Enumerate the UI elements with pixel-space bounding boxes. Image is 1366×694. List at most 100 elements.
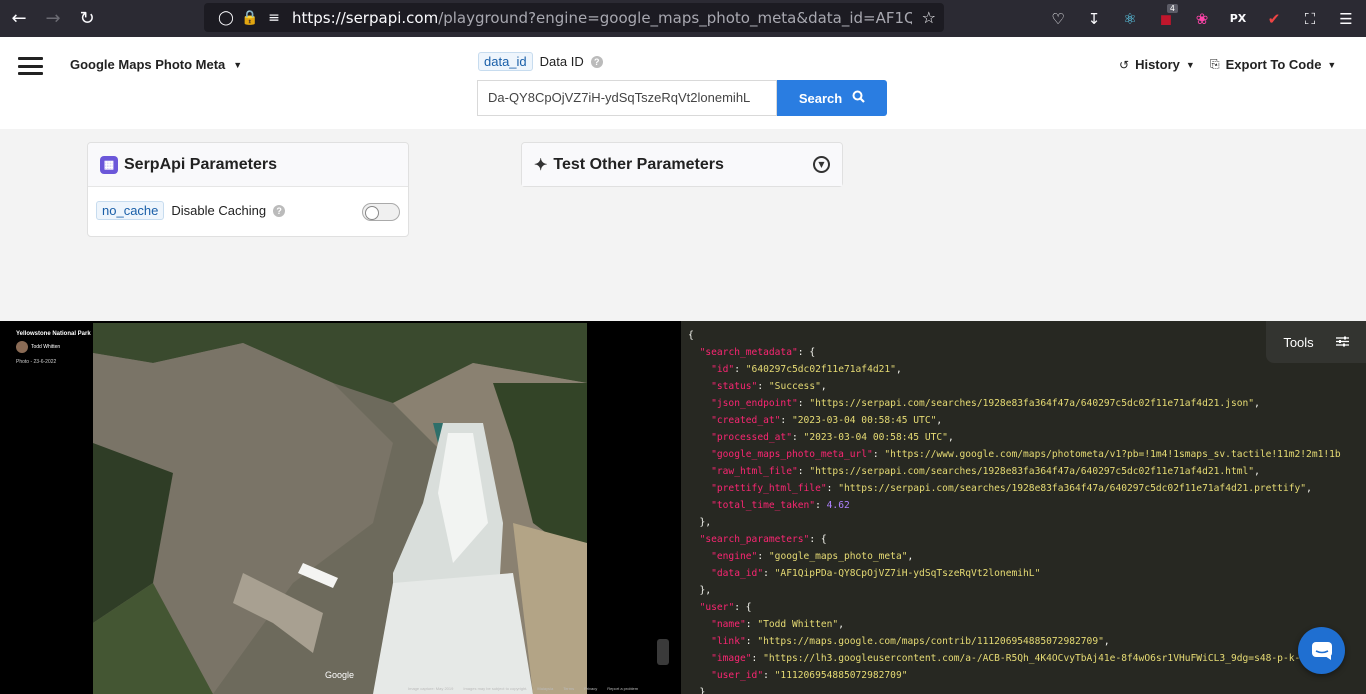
tools-button[interactable]: Tools — [1266, 321, 1366, 363]
json-token: : — [791, 432, 804, 443]
extension-toolbar: ♡ ↧ ⚛ ◼ 4 ❀ PX ✔ ⛶ ☰ — [1040, 0, 1364, 37]
json-token: }, — [688, 517, 712, 528]
json-token: "Todd Whitten" — [757, 619, 839, 630]
json-token: "https://serpapi.com/searches/1928e83fa3… — [809, 398, 1255, 409]
export-to-code-button[interactable]: ⎘ Export To Code ▼ — [1210, 57, 1336, 72]
pocket-icon[interactable]: ♡ — [1040, 10, 1076, 28]
ublock-icon[interactable]: ◼ 4 — [1148, 3, 1184, 28]
url-text[interactable]: https://serpapi.com/playground?engine=go… — [292, 9, 912, 27]
json-token: "640297c5dc02f11e71af4d21" — [745, 364, 896, 375]
json-code: { "search_metadata": { "id": "640297c5dc… — [688, 327, 1341, 694]
json-token: , — [838, 619, 844, 630]
photo-footer-region[interactable]: Malaysia — [537, 686, 553, 691]
test-other-parameters-card[interactable]: ✦ Test Other Parameters ▼ — [521, 142, 843, 187]
json-token: : — [745, 619, 758, 630]
checkmark-extension-icon[interactable]: ✔ — [1256, 10, 1292, 28]
json-line: "user_id": "111206954885072982709" — [688, 667, 1341, 684]
json-token: : — [797, 466, 810, 477]
data-id-input[interactable]: Da-QY8CpOjVZ7iH-ydSqTszeRqVt2lonemihL — [477, 80, 777, 116]
json-token: "AF1QipPDa-QY8CpOjVZ7iH-ydSqTszeRqVt2lon… — [774, 568, 1041, 579]
photo-footer-privacy[interactable]: Privacy — [584, 686, 597, 691]
photo-footer-terms[interactable]: Terms — [563, 686, 574, 691]
url-host: https://serpapi.com — [292, 8, 439, 27]
bookmark-star-icon[interactable]: ☆ — [922, 8, 936, 27]
caret-down-icon: ▼ — [1185, 59, 1195, 70]
json-token: : — [757, 381, 769, 392]
shield-icon[interactable]: ◯ — [214, 10, 238, 26]
chevron-down-circle-icon[interactable]: ▼ — [813, 156, 830, 173]
tools-label: Tools — [1283, 334, 1314, 350]
browser-toolbar: ← → ↻ ◯ 🔒 ≡ https://serpapi.com/playgrou… — [0, 0, 1366, 37]
url-bar[interactable]: ◯ 🔒 ≡ https://serpapi.com/playground?eng… — [204, 3, 944, 32]
back-icon[interactable]: ← — [4, 4, 34, 34]
photo-date: Photo - 23-6-2022 — [16, 359, 57, 365]
engine-selector[interactable]: Google Maps Photo Meta ▼ — [70, 57, 242, 72]
json-line: "created_at": "2023-03-04 00:58:45 UTC", — [688, 412, 1341, 429]
caret-down-icon: ▼ — [1327, 59, 1337, 70]
json-line: "status": "Success", — [688, 378, 1341, 395]
json-line: "search_metadata": { — [688, 344, 1341, 361]
lock-icon[interactable]: 🔒 — [238, 10, 262, 26]
photo-place-title[interactable]: Yellowstone National Park — [16, 331, 91, 337]
photo-user-row[interactable]: Todd Whitten — [16, 341, 91, 353]
photo-footer-capture: Image capture: May 2019 — [408, 686, 454, 691]
chat-icon — [1311, 641, 1332, 660]
json-token: "https://www.google.com/maps/photometa/v… — [884, 449, 1341, 460]
json-line: "id": "640297c5dc02f11e71af4d21", — [688, 361, 1341, 378]
disable-caching-toggle[interactable] — [362, 203, 400, 221]
json-line: "raw_html_file": "https://serpapi.com/se… — [688, 463, 1341, 480]
browser-menu-icon[interactable]: ☰ — [1328, 10, 1364, 28]
hamburger-menu-icon[interactable] — [18, 57, 43, 75]
scroll-handle[interactable] — [657, 639, 669, 665]
json-line: "google_maps_photo_meta_url": "https://w… — [688, 446, 1341, 463]
json-token: : — [797, 398, 810, 409]
json-token: : — [815, 500, 827, 511]
no-cache-tag: no_cache — [96, 201, 165, 220]
search-button[interactable]: Search — [777, 80, 887, 116]
json-token: "processed_at" — [711, 432, 792, 443]
google-watermark: Google — [325, 670, 355, 680]
json-token: "google_maps_photo_meta_url" — [711, 449, 873, 460]
json-token: "2023-03-04 00:58:45 UTC" — [791, 415, 937, 426]
json-token: "name" — [711, 619, 746, 630]
json-token: , — [1103, 636, 1110, 647]
json-token: "engine" — [711, 551, 758, 562]
react-devtools-icon[interactable]: ⚛ — [1112, 10, 1148, 28]
search-icon — [852, 90, 865, 106]
json-token: "created_at" — [711, 415, 781, 426]
json-token: 4.62 — [826, 500, 850, 511]
json-token: : — [763, 568, 775, 579]
json-line: "total_time_taken": 4.62 — [688, 497, 1341, 514]
json-token: "https://serpapi.com/searches/1928e83fa3… — [809, 466, 1255, 477]
history-button[interactable]: ↺ History ▼ — [1119, 57, 1195, 72]
downloads-icon[interactable]: ↧ — [1076, 10, 1112, 28]
chat-support-button[interactable] — [1298, 627, 1345, 674]
test-other-parameters-header[interactable]: ✦ Test Other Parameters — [522, 143, 842, 186]
permissions-icon[interactable]: ≡ — [262, 10, 286, 26]
json-token: "prettify_html_file" — [711, 483, 827, 494]
ublock-badge: 4 — [1166, 3, 1178, 13]
json-line: "prettify_html_file": "https://serpapi.c… — [688, 480, 1341, 497]
help-icon[interactable]: ? — [273, 204, 286, 217]
reload-icon[interactable]: ↻ — [72, 4, 102, 34]
photo-footer-copyright: Images may be subject to copyright. — [463, 686, 528, 691]
json-line: }, — [688, 514, 1341, 531]
extensions-puzzle-icon[interactable]: ⛶ — [1292, 10, 1328, 28]
test-other-parameters-title: Test Other Parameters — [553, 155, 724, 173]
json-results-panel: { "search_metadata": { "id": "640297c5dc… — [681, 321, 1366, 694]
data-id-label: Data ID — [539, 54, 584, 69]
photo-footer-report[interactable]: Report a problem — [607, 686, 638, 691]
px-extension-icon[interactable]: PX — [1220, 12, 1256, 25]
help-icon[interactable]: ? — [590, 55, 603, 68]
forward-icon[interactable]: → — [38, 4, 68, 34]
photo-preview-panel: Yellowstone National Park Todd Whitten P… — [0, 321, 681, 694]
color-picker-icon[interactable]: ❀ — [1184, 10, 1220, 28]
